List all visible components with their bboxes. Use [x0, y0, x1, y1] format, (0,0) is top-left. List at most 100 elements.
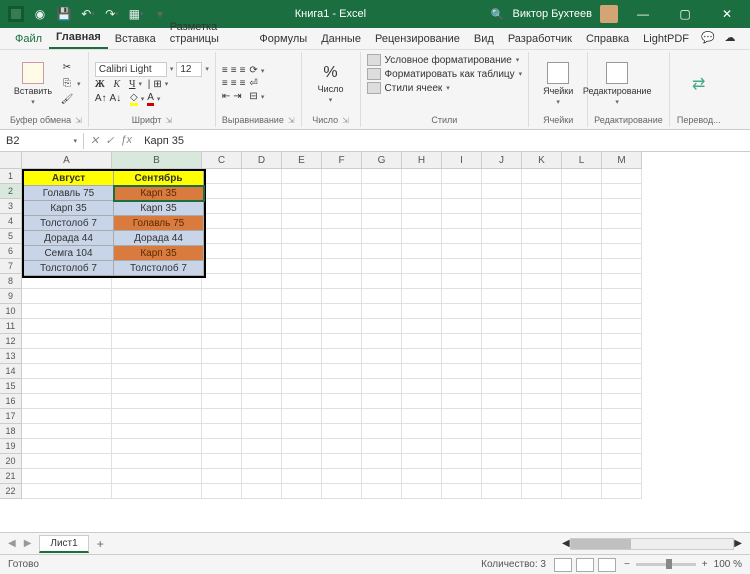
tab-file[interactable]: Файл: [8, 29, 49, 49]
cell[interactable]: [522, 349, 562, 364]
cell[interactable]: [442, 334, 482, 349]
col-header[interactable]: C: [202, 152, 242, 169]
cell[interactable]: [442, 379, 482, 394]
tab-data[interactable]: Данные: [314, 29, 368, 49]
cell[interactable]: [322, 469, 362, 484]
cell[interactable]: [602, 244, 642, 259]
cell[interactable]: [112, 439, 202, 454]
cell[interactable]: [402, 409, 442, 424]
cell[interactable]: [562, 214, 602, 229]
row-header[interactable]: 15: [0, 379, 22, 394]
cell[interactable]: [242, 394, 282, 409]
cell[interactable]: [442, 484, 482, 499]
indent-dec-icon[interactable]: ⇤: [222, 91, 230, 102]
cell[interactable]: [202, 424, 242, 439]
cell[interactable]: [202, 244, 242, 259]
underline-button[interactable]: Ч: [129, 79, 136, 90]
cell[interactable]: [562, 274, 602, 289]
cell[interactable]: [442, 259, 482, 274]
cell[interactable]: [22, 349, 112, 364]
cell[interactable]: [202, 409, 242, 424]
cell[interactable]: [442, 319, 482, 334]
copy-button[interactable]: ⎘▾: [60, 77, 81, 91]
cell[interactable]: [112, 349, 202, 364]
cell[interactable]: [402, 244, 442, 259]
cell[interactable]: [482, 259, 522, 274]
cell[interactable]: [442, 409, 482, 424]
view-normal-icon[interactable]: [554, 558, 572, 572]
cell[interactable]: [482, 439, 522, 454]
cell[interactable]: [22, 364, 112, 379]
cell[interactable]: [442, 274, 482, 289]
cell[interactable]: [282, 319, 322, 334]
cell[interactable]: [402, 484, 442, 499]
cell[interactable]: [242, 184, 282, 199]
col-header[interactable]: H: [402, 152, 442, 169]
cell[interactable]: [322, 349, 362, 364]
cell[interactable]: [522, 169, 562, 184]
table-cell[interactable]: Толстолоб 7: [24, 216, 114, 231]
cell[interactable]: [562, 289, 602, 304]
cell[interactable]: [112, 394, 202, 409]
cell[interactable]: [282, 184, 322, 199]
cell[interactable]: [322, 259, 362, 274]
cell[interactable]: [202, 334, 242, 349]
cell[interactable]: [522, 439, 562, 454]
table-cell[interactable]: Карп 35: [114, 186, 204, 201]
cell[interactable]: [442, 184, 482, 199]
table-cell[interactable]: Карп 35: [114, 201, 204, 216]
cell[interactable]: [282, 409, 322, 424]
table-header[interactable]: Сентябрь: [114, 171, 204, 186]
cell[interactable]: [402, 184, 442, 199]
cell[interactable]: [22, 289, 112, 304]
cell[interactable]: [562, 484, 602, 499]
cell[interactable]: [282, 379, 322, 394]
cell[interactable]: [202, 394, 242, 409]
cell[interactable]: [402, 424, 442, 439]
cell[interactable]: [562, 349, 602, 364]
align-mid-icon[interactable]: ≡: [231, 65, 237, 76]
cell[interactable]: [402, 169, 442, 184]
cell[interactable]: [602, 214, 642, 229]
cell[interactable]: [202, 169, 242, 184]
horizontal-scrollbar[interactable]: ◀▶: [562, 538, 742, 550]
cell[interactable]: [202, 319, 242, 334]
cell[interactable]: [562, 469, 602, 484]
align-right-icon[interactable]: ≡: [240, 78, 246, 89]
cell[interactable]: [322, 394, 362, 409]
cell[interactable]: [482, 229, 522, 244]
cell[interactable]: [562, 409, 602, 424]
row-header[interactable]: 17: [0, 409, 22, 424]
cell[interactable]: [362, 274, 402, 289]
cell[interactable]: [202, 184, 242, 199]
font-color-button[interactable]: A: [147, 92, 154, 106]
cell[interactable]: [242, 229, 282, 244]
cell[interactable]: [242, 274, 282, 289]
tab-formulas[interactable]: Формулы: [252, 29, 314, 49]
col-header[interactable]: I: [442, 152, 482, 169]
cell[interactable]: [562, 169, 602, 184]
col-header[interactable]: F: [322, 152, 362, 169]
table-header[interactable]: Август: [24, 171, 114, 186]
cell[interactable]: [602, 184, 642, 199]
cell[interactable]: [22, 484, 112, 499]
cell[interactable]: [442, 244, 482, 259]
cell[interactable]: [242, 214, 282, 229]
cell[interactable]: [362, 304, 402, 319]
row-header[interactable]: 2: [0, 184, 22, 199]
table-cell[interactable]: Голавль 75: [24, 186, 114, 201]
name-box[interactable]: B2▾: [0, 133, 84, 149]
cell[interactable]: [362, 484, 402, 499]
cell[interactable]: [282, 259, 322, 274]
cell[interactable]: [562, 364, 602, 379]
redo-icon[interactable]: ↷▾: [102, 4, 122, 24]
cell[interactable]: [362, 289, 402, 304]
cell[interactable]: [602, 379, 642, 394]
row-header[interactable]: 3: [0, 199, 22, 214]
sheet-nav-next-icon[interactable]: ▶: [24, 538, 32, 549]
font-size-select[interactable]: 12: [176, 62, 202, 77]
cell[interactable]: [242, 199, 282, 214]
cell[interactable]: [522, 424, 562, 439]
cell[interactable]: [242, 379, 282, 394]
row-header[interactable]: 4: [0, 214, 22, 229]
